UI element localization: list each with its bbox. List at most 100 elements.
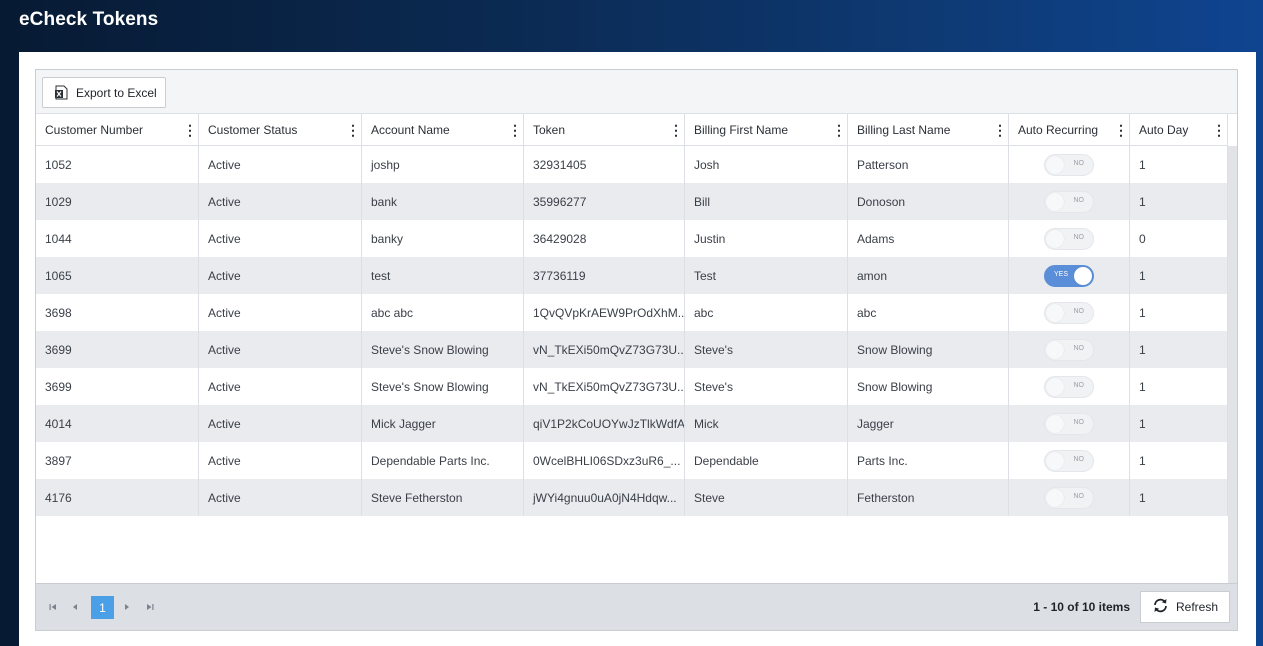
cell-customer-number: 3699 — [36, 331, 199, 368]
column-header-customer-status[interactable]: Customer Status ⋮ — [199, 114, 362, 146]
cell-auto-day: 1 — [1130, 442, 1228, 479]
page-title: eCheck Tokens — [19, 9, 159, 30]
toggle-label: YES — [1054, 270, 1069, 278]
cell-account-name: joshp — [362, 146, 524, 183]
toggle-label: NO — [1073, 196, 1085, 204]
column-menu-icon[interactable]: ⋮ — [508, 123, 522, 137]
cell-auto-day: 1 — [1130, 183, 1228, 220]
auto-recurring-toggle[interactable]: NO — [1044, 190, 1094, 213]
column-title: Billing First Name — [694, 123, 789, 137]
column-header-account-name[interactable]: Account Name ⋮ — [362, 114, 524, 146]
cell-customer-number: 3699 — [36, 368, 199, 405]
cell-last-name: amon — [848, 257, 1009, 294]
column-header-billing-last-name[interactable]: Billing Last Name ⋮ — [848, 114, 1009, 146]
cell-auto-recurring: NO — [1009, 220, 1130, 257]
cell-last-name: Jagger — [848, 405, 1009, 442]
column-menu-icon[interactable]: ⋮ — [669, 123, 683, 137]
column-menu-icon[interactable]: ⋮ — [832, 123, 846, 137]
cell-auto-day: 0 — [1130, 220, 1228, 257]
column-header-billing-first-name[interactable]: Billing First Name ⋮ — [685, 114, 848, 146]
auto-recurring-toggle[interactable]: NO — [1044, 412, 1094, 435]
cell-token: 36429028 — [524, 220, 685, 257]
table-row[interactable]: 1065 Active test 37736119 Test amon YES 1 — [36, 257, 1228, 294]
toggle-label: NO — [1073, 233, 1085, 241]
toggle-knob — [1046, 414, 1064, 433]
cell-auto-day: 1 — [1130, 294, 1228, 331]
current-page-button[interactable]: 1 — [91, 596, 114, 619]
cell-last-name: abc — [848, 294, 1009, 331]
next-page-icon[interactable] — [119, 598, 135, 616]
table-row[interactable]: 3897 Active Dependable Parts Inc. 0WcelBHLI… — [36, 442, 1228, 479]
cell-last-name: Snow Blowing — [848, 368, 1009, 405]
cell-customer-number: 1052 — [36, 146, 199, 183]
column-header-customer-number[interactable]: Customer Number ⋮ — [36, 114, 199, 146]
cell-auto-recurring: NO — [1009, 331, 1130, 368]
cell-auto-day: 1 — [1130, 368, 1228, 405]
auto-recurring-toggle[interactable]: YES — [1044, 264, 1094, 287]
table-row[interactable]: 3699 Active Steve's Snow Blowing vN_TkEXi50… — [36, 368, 1228, 405]
table-row[interactable]: 1044 Active banky 36429028 Justin Adams NO 0 — [36, 220, 1228, 257]
cell-customer-number: 1029 — [36, 183, 199, 220]
column-title: Billing Last Name — [857, 123, 951, 137]
table-row[interactable]: 1029 Active bank 35996277 Bill Donoson NO 1 — [36, 183, 1228, 220]
table-row[interactable]: 3698 Active abc abc 1QvQVpKrAEW9PrOdXhM... a… — [36, 294, 1228, 331]
cell-account-name: Steve Fetherston — [362, 479, 524, 516]
cell-token: 1QvQVpKrAEW9PrOdXhM... — [524, 294, 685, 331]
cell-token: 37736119 — [524, 257, 685, 294]
column-menu-icon[interactable]: ⋮ — [183, 123, 197, 137]
first-page-icon[interactable] — [45, 598, 61, 616]
cell-token: 32931405 — [524, 146, 685, 183]
export-to-excel-button[interactable]: Export to Excel — [42, 77, 166, 108]
cell-account-name: abc abc — [362, 294, 524, 331]
toggle-knob — [1046, 229, 1064, 248]
cell-customer-number: 3897 — [36, 442, 199, 479]
column-title: Token — [533, 123, 566, 137]
cell-auto-recurring: NO — [1009, 442, 1130, 479]
table-row[interactable]: 1052 Active joshp 32931405 Josh Patterson NO 1 — [36, 146, 1228, 183]
column-header-auto-recurring[interactable]: Auto Recurring ⋮ — [1009, 114, 1130, 146]
table-row[interactable]: 3699 Active Steve's Snow Blowing vN_TkEXi50… — [36, 331, 1228, 368]
auto-recurring-toggle[interactable]: NO — [1044, 153, 1094, 176]
table-row[interactable]: 4176 Active Steve Fetherston jWYi4gnuu0uA0j… — [36, 479, 1228, 516]
auto-recurring-toggle[interactable]: NO — [1044, 486, 1094, 509]
cell-first-name: Steve's — [685, 331, 848, 368]
cell-auto-day: 1 — [1130, 479, 1228, 516]
vertical-scrollbar[interactable] — [1228, 146, 1237, 583]
toggle-label: NO — [1073, 307, 1085, 315]
cell-status: Active — [199, 331, 362, 368]
auto-recurring-toggle[interactable]: NO — [1044, 227, 1094, 250]
cell-status: Active — [199, 442, 362, 479]
cell-first-name: Justin — [685, 220, 848, 257]
excel-icon — [55, 85, 68, 100]
column-header-token[interactable]: Token ⋮ — [524, 114, 685, 146]
cell-last-name: Fetherston — [848, 479, 1009, 516]
refresh-label: Refresh — [1175, 600, 1219, 614]
toggle-knob — [1046, 155, 1064, 174]
auto-recurring-toggle[interactable]: NO — [1044, 449, 1094, 472]
auto-recurring-toggle[interactable]: NO — [1044, 301, 1094, 324]
refresh-button[interactable]: Refresh — [1140, 591, 1230, 623]
auto-recurring-toggle[interactable]: NO — [1044, 375, 1094, 398]
cell-account-name: Steve's Snow Blowing — [362, 331, 524, 368]
cell-auto-day: 1 — [1130, 257, 1228, 294]
cell-first-name: Test — [685, 257, 848, 294]
auto-recurring-toggle[interactable]: NO — [1044, 338, 1094, 361]
column-menu-icon[interactable]: ⋮ — [1114, 123, 1128, 137]
table-row[interactable]: 4014 Active Mick Jagger qiV1P2kCoUOYwJzTlkW… — [36, 405, 1228, 442]
cell-auto-day: 1 — [1130, 405, 1228, 442]
prev-page-icon[interactable] — [67, 598, 83, 616]
cell-customer-number: 3698 — [36, 294, 199, 331]
last-page-icon[interactable] — [142, 598, 158, 616]
pager: 1 1 - 10 of 10 items Refresh — [36, 583, 1237, 630]
cell-first-name: Dependable — [685, 442, 848, 479]
column-menu-icon[interactable]: ⋮ — [1212, 123, 1226, 137]
cell-token: vN_TkEXi50mQvZ73G73U... — [524, 331, 685, 368]
cell-first-name: Bill — [685, 183, 848, 220]
column-menu-icon[interactable]: ⋮ — [993, 123, 1007, 137]
toggle-label: NO — [1073, 492, 1085, 500]
toggle-label: NO — [1073, 418, 1085, 426]
cell-auto-recurring: NO — [1009, 294, 1130, 331]
column-header-auto-day[interactable]: Auto Day ⋮ — [1130, 114, 1228, 146]
column-menu-icon[interactable]: ⋮ — [346, 123, 360, 137]
header-bar: eCheck Tokens — [0, 0, 1263, 52]
